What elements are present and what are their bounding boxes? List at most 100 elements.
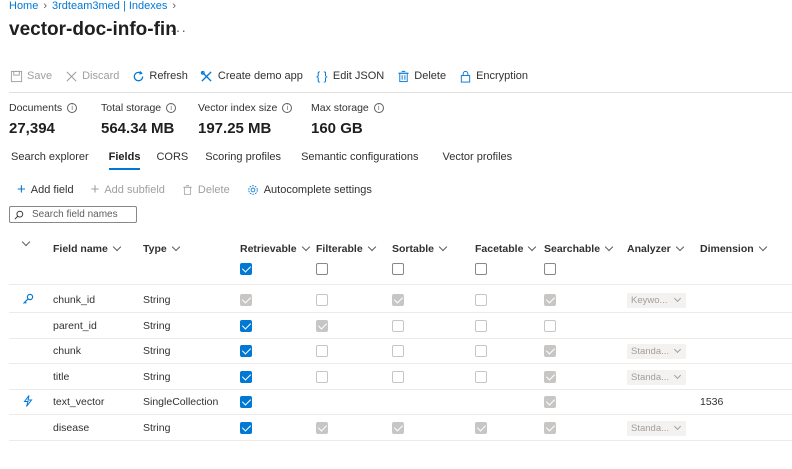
field-name-cell[interactable]: chunk_id [53, 294, 95, 306]
delete-index-button[interactable]: Delete [396, 69, 446, 83]
refresh-button[interactable]: Refresh [131, 69, 188, 83]
refresh-label: Refresh [149, 70, 188, 82]
retrievable-checkbox[interactable] [240, 320, 252, 332]
column-label: Facetable [475, 243, 524, 255]
analyzer-value: Standa... [631, 372, 670, 383]
column-header-type[interactable]: Type [143, 242, 180, 255]
select-all-sortable-checkbox[interactable] [392, 263, 404, 275]
sortable-checkbox [392, 345, 404, 357]
column-header-searchable[interactable]: Searchable [544, 242, 614, 255]
retrievable-checkbox[interactable] [240, 422, 252, 434]
stat-max-storage: Max storage i 160 GB [311, 102, 411, 137]
save-icon [9, 69, 23, 83]
chevron-right-icon: › [172, 0, 177, 12]
field-type-cell: String [143, 294, 171, 306]
retrievable-checkbox[interactable] [240, 396, 252, 408]
select-all-filterable-checkbox[interactable] [316, 263, 328, 275]
column-label: Searchable [544, 243, 601, 255]
retrievable-checkbox[interactable] [240, 371, 252, 383]
more-options-icon[interactable]: ··· [170, 22, 187, 38]
field-name-cell[interactable]: chunk [53, 345, 81, 357]
analyzer-value: Keywo... [631, 295, 668, 306]
column-label: Dimension [700, 243, 754, 255]
lock-icon [458, 69, 472, 83]
plus-icon: + [90, 181, 100, 198]
encryption-label: Encryption [476, 70, 529, 82]
encryption-button[interactable]: Encryption [458, 69, 528, 83]
info-icon[interactable]: i [67, 103, 78, 113]
column-header-analyzer[interactable]: Analyzer [627, 242, 685, 255]
add-subfield-label: Add subfield [104, 183, 165, 196]
tab-fields[interactable]: Fields [108, 151, 140, 170]
search-field-names[interactable] [9, 206, 137, 223]
row-divider [9, 338, 792, 339]
chevron-down-icon [112, 242, 122, 252]
create-demo-app-button[interactable]: Create demo app [200, 69, 303, 83]
discard-button[interactable]: Discard [64, 69, 119, 83]
field-type-cell: String [143, 345, 171, 357]
autocomplete-settings-button[interactable]: Autocomplete settings [247, 184, 372, 196]
analyzer-dropdown: Standa... [627, 421, 686, 436]
column-header-field-name[interactable]: Field name [53, 242, 122, 255]
tab-vector-profiles[interactable]: Vector profiles [442, 151, 512, 167]
select-all-searchable-checkbox[interactable] [544, 263, 556, 275]
expand-all-toggle[interactable] [21, 237, 31, 247]
searchable-checkbox [544, 320, 556, 332]
column-header-retrievable[interactable]: Retrievable [240, 242, 310, 255]
column-header-filterable[interactable]: Filterable [316, 242, 376, 255]
add-subfield-button[interactable]: + Add subfield [91, 182, 165, 197]
save-button[interactable]: Save [9, 69, 52, 83]
delete-field-button[interactable]: Delete [182, 184, 230, 196]
column-header-dimension[interactable]: Dimension [700, 242, 767, 255]
info-icon[interactable]: i [373, 103, 384, 113]
retrievable-checkbox[interactable] [240, 345, 252, 357]
dimension-cell: 1536 [700, 396, 724, 408]
refresh-icon [131, 69, 145, 83]
breadcrumb-home[interactable]: Home [9, 0, 38, 12]
facetable-checkbox [475, 320, 487, 332]
column-label: Field name [53, 243, 108, 255]
tab-scoring-profiles[interactable]: Scoring profiles [205, 151, 281, 167]
field-type-cell: String [143, 422, 171, 434]
add-field-button[interactable]: + Add field [17, 182, 74, 197]
search-field-names-input[interactable] [32, 209, 127, 220]
analyzer-dropdown: Standa... [627, 344, 686, 359]
tab-search-explorer[interactable]: Search explorer [11, 151, 89, 167]
create-demo-app-label: Create demo app [217, 70, 303, 82]
column-label: Retrievable [240, 243, 297, 255]
analyzer-dropdown: Keywo... [627, 293, 686, 308]
select-all-retrievable-checkbox[interactable] [240, 263, 252, 275]
chevron-down-icon [604, 242, 614, 252]
chevron-down-icon [301, 242, 310, 252]
select-all-facetable-checkbox[interactable] [475, 263, 487, 275]
chevron-down-icon [673, 371, 682, 380]
stat-label: Documents [9, 102, 63, 114]
tab-cors[interactable]: CORS [156, 151, 188, 167]
field-type-cell: SingleCollection [143, 396, 219, 408]
key-icon [22, 293, 34, 305]
edit-json-button[interactable]: { } Edit JSON [315, 69, 384, 83]
column-header-sortable[interactable]: Sortable [392, 242, 448, 255]
sortable-checkbox [392, 422, 404, 434]
info-icon[interactable]: i [166, 103, 177, 113]
searchable-checkbox [544, 294, 556, 306]
field-name-cell[interactable]: disease [53, 422, 89, 434]
row-divider [9, 414, 792, 415]
column-header-facetable[interactable]: Facetable [475, 242, 537, 255]
stat-label: Max storage [311, 102, 369, 114]
tab-semantic-configurations[interactable]: Semantic configurations [301, 151, 418, 167]
chevron-down-icon [21, 237, 31, 247]
field-name-cell[interactable]: parent_id [53, 320, 97, 332]
breadcrumb-service[interactable]: 3rdteam3med | Indexes [52, 0, 167, 12]
info-icon[interactable]: i [282, 103, 293, 113]
stat-value: 197.25 MB [198, 120, 272, 137]
facetable-checkbox [475, 422, 487, 434]
column-label: Type [143, 243, 167, 255]
field-name-cell[interactable]: title [53, 371, 69, 383]
field-name-cell[interactable]: text_vector [53, 396, 104, 408]
stat-label: Total storage [101, 102, 162, 114]
autocomplete-settings-label: Autocomplete settings [263, 183, 372, 196]
searchable-checkbox [544, 422, 556, 434]
tools-icon [200, 69, 214, 83]
index-stats: Documents i 27,394 Total storage i 564.34 … [9, 102, 411, 137]
